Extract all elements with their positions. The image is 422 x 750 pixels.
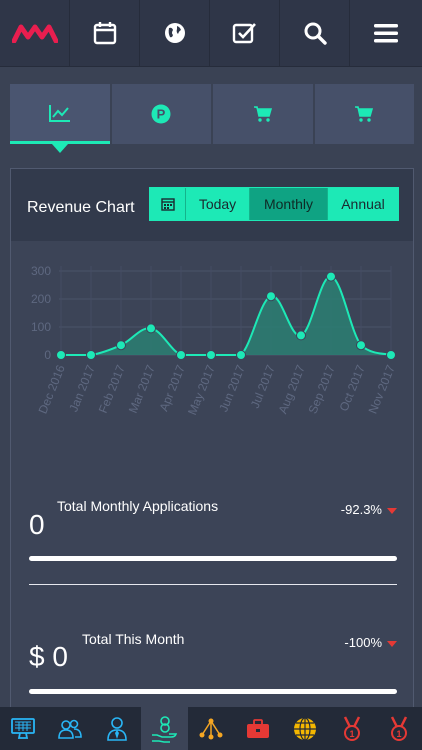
bottom-nav-network[interactable] bbox=[188, 707, 235, 750]
stat-change-text: -100% bbox=[344, 635, 382, 650]
x-tick-label: Jun 2017 bbox=[216, 363, 248, 414]
data-point bbox=[326, 271, 336, 282]
stat-label-applications: Total Monthly Applications bbox=[57, 498, 219, 514]
stat-change-this-month: -100% bbox=[344, 635, 397, 650]
x-tick-label: Feb 2017 bbox=[96, 363, 128, 416]
progress-bar-applications bbox=[29, 556, 397, 561]
data-point bbox=[296, 330, 306, 341]
data-point bbox=[116, 340, 126, 351]
parking-icon: P bbox=[151, 104, 171, 124]
medal-icon: 1 bbox=[343, 715, 360, 741]
globe-nav-button[interactable] bbox=[140, 0, 210, 66]
data-point bbox=[386, 350, 396, 360]
tasks-nav-button[interactable] bbox=[210, 0, 280, 66]
monthly-button[interactable]: Monthly bbox=[250, 188, 328, 220]
tab-cart-2[interactable] bbox=[314, 84, 414, 144]
menu-nav-button[interactable] bbox=[350, 0, 422, 66]
data-point bbox=[266, 291, 276, 302]
search-nav-button[interactable] bbox=[280, 0, 350, 66]
stat-value-applications: 0 bbox=[29, 509, 45, 540]
revenue-panel: Revenue Chart Today Monthly Annual 0 100 2… bbox=[10, 168, 414, 708]
cart-icon bbox=[355, 106, 374, 122]
bottom-nav-revenue[interactable] bbox=[140, 707, 188, 750]
calendar-icon bbox=[160, 198, 175, 211]
bottom-nav-employee[interactable] bbox=[94, 707, 141, 750]
stat-label-this-month: Total This Month bbox=[82, 631, 185, 647]
down-arrow-icon bbox=[387, 640, 397, 647]
calendar-nav-button[interactable] bbox=[70, 0, 140, 66]
y-tick-label: 200 bbox=[31, 292, 51, 306]
stat-change-text: -92.3% bbox=[340, 502, 382, 517]
bottom-nav-award-1[interactable]: 1 bbox=[328, 707, 375, 750]
globe-icon bbox=[164, 23, 185, 43]
y-tick-label: 100 bbox=[31, 320, 51, 334]
search-icon bbox=[304, 22, 327, 45]
section-tabs: P bbox=[10, 84, 414, 153]
bottom-nav-dashboard[interactable] bbox=[0, 707, 47, 750]
bottom-navigation: 1 1 bbox=[0, 707, 422, 750]
globe-grid-icon bbox=[293, 716, 316, 741]
bottom-nav-users[interactable] bbox=[47, 707, 94, 750]
stat-value-this-month: $ 0 bbox=[29, 641, 68, 672]
briefcase-icon bbox=[246, 718, 269, 738]
medal-icon: 1 bbox=[390, 715, 407, 741]
x-tick-label: Apr 2017 bbox=[157, 363, 188, 414]
series-area bbox=[61, 276, 391, 355]
x-tick-label: May 2017 bbox=[185, 363, 218, 417]
tab-revenue-chart[interactable] bbox=[10, 84, 110, 153]
stat-change-applications: -92.3% bbox=[341, 502, 397, 517]
data-point bbox=[236, 350, 246, 360]
brand-logo[interactable] bbox=[0, 0, 70, 66]
revenue-chart: 0 100 200 300 Dec 2016Jan 2017Feb 2017Mar 20… bbox=[31, 264, 398, 417]
bottom-nav-award-2[interactable]: 1 bbox=[375, 707, 422, 750]
network-icon bbox=[199, 718, 223, 739]
svg-text:1: 1 bbox=[349, 729, 354, 739]
data-point bbox=[356, 340, 366, 351]
x-tick-label: Jul 2017 bbox=[248, 363, 278, 411]
x-tick-label: Aug 2017 bbox=[276, 363, 308, 416]
period-selector: Today Monthly Annual bbox=[149, 187, 399, 221]
x-tick-label: Oct 2017 bbox=[337, 363, 368, 414]
cart-icon bbox=[253, 106, 272, 122]
annual-button[interactable]: Annual bbox=[328, 188, 398, 220]
data-point bbox=[176, 350, 186, 360]
data-point bbox=[86, 350, 96, 360]
x-tick-label: Jan 2017 bbox=[66, 363, 98, 414]
revenue-chart-title: Revenue Chart bbox=[27, 199, 135, 216]
calendar-icon bbox=[93, 22, 116, 45]
menu-icon bbox=[374, 24, 398, 43]
today-button[interactable]: Today bbox=[186, 188, 250, 220]
y-tick-label: 300 bbox=[31, 264, 51, 278]
tab-cart-1[interactable] bbox=[213, 84, 313, 144]
x-tick-label: Sep 2017 bbox=[306, 363, 338, 416]
trend-chart-icon bbox=[48, 104, 70, 122]
data-point bbox=[206, 350, 216, 360]
date-picker-button[interactable] bbox=[150, 188, 186, 220]
users-icon bbox=[58, 719, 83, 739]
tab-parking[interactable]: P bbox=[111, 84, 211, 144]
x-tick-label: Dec 2016 bbox=[36, 363, 68, 416]
svg-text:P: P bbox=[157, 107, 166, 122]
x-tick-label: Nov 2017 bbox=[366, 363, 398, 416]
revenue-panel-header: Revenue Chart Today Monthly Annual bbox=[11, 169, 413, 241]
y-tick-label: 0 bbox=[44, 348, 51, 362]
divider bbox=[29, 584, 397, 585]
brand-logo-icon bbox=[11, 24, 58, 43]
data-point bbox=[146, 323, 156, 334]
bottom-nav-jobs[interactable] bbox=[234, 707, 281, 750]
top-navigation bbox=[0, 0, 422, 67]
monitor-icon bbox=[11, 717, 36, 739]
data-point bbox=[56, 350, 66, 360]
down-arrow-icon bbox=[387, 507, 397, 514]
x-tick-label: Mar 2017 bbox=[126, 363, 158, 416]
user-tie-icon bbox=[107, 716, 128, 741]
progress-bar-this-month bbox=[29, 689, 397, 694]
bottom-nav-global[interactable] bbox=[281, 707, 328, 750]
money-hand-icon bbox=[152, 715, 178, 743]
checkbox-icon bbox=[232, 23, 256, 44]
svg-text:1: 1 bbox=[396, 729, 401, 739]
